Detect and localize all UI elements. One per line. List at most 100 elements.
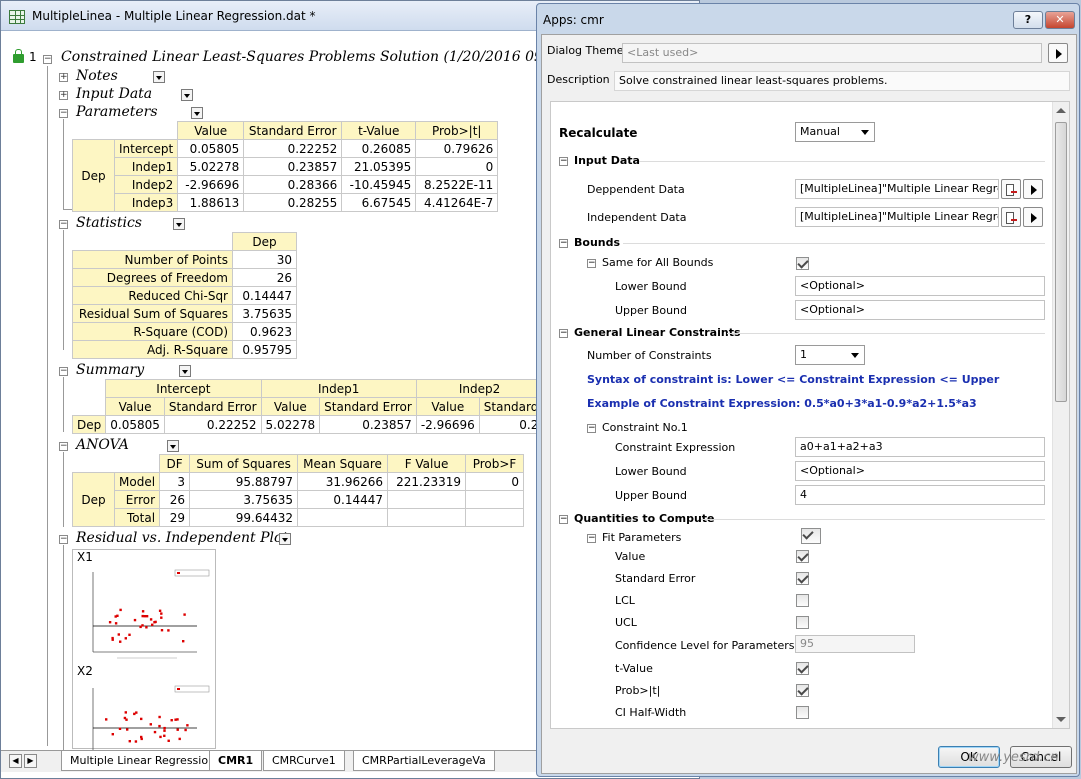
expand-notes-icon[interactable]: + (59, 73, 68, 82)
collapse-statistics-icon[interactable]: − (59, 220, 68, 229)
close-button[interactable]: ✕ (1045, 11, 1075, 29)
table-cell[interactable]: 0.28255 (243, 193, 343, 212)
dependent-select-range-button[interactable] (1001, 179, 1021, 199)
residual-plot-x1[interactable] (77, 564, 211, 664)
apps-dialog[interactable]: Apps: cmr ? ✕ Dialog Theme <Last used> D… (536, 3, 1080, 777)
settings-panel[interactable]: Recalculate Manual − Input Data Deppende… (550, 101, 1070, 729)
independent-menu-button[interactable] (1023, 207, 1043, 227)
bounds-upper-field[interactable]: <Optional> (795, 300, 1045, 320)
table-cell[interactable]: 0.05805 (177, 139, 245, 158)
table-cell[interactable]: 221.23319 (387, 472, 467, 491)
tab-multiple-linear-regression[interactable]: Multiple Linear Regression (61, 751, 225, 771)
table-cell[interactable]: 3 (159, 472, 191, 491)
table-cell[interactable]: 3.75635 (189, 490, 299, 509)
table-cell[interactable]: 0.26085 (341, 139, 417, 158)
table-cell[interactable]: -2.96696 (177, 175, 245, 194)
table-cell[interactable]: 26 (232, 268, 297, 287)
table-cell[interactable] (387, 490, 467, 509)
recalculate-select[interactable]: Manual (795, 122, 875, 142)
tab-cmrpartialleverage[interactable]: CMRPartialLeverageVa (353, 751, 495, 771)
collapse-parameters-icon[interactable]: − (59, 109, 68, 118)
dependent-menu-button[interactable] (1023, 179, 1043, 199)
collapse-report-icon[interactable]: − (43, 55, 52, 64)
dialog-theme-field[interactable]: <Last used> (622, 43, 1042, 63)
independent-select-range-button[interactable] (1001, 207, 1021, 227)
table-cell[interactable]: 95.88797 (189, 472, 299, 491)
anova-dropdown[interactable] (167, 440, 179, 452)
fit-parameters-checkbox[interactable] (801, 528, 821, 544)
collapse-input-data-icon[interactable]: − (559, 157, 568, 166)
dependent-data-field[interactable]: [MultipleLinea]"Multiple Linear Regressi… (795, 179, 999, 199)
ucl-checkbox[interactable] (796, 616, 809, 629)
scroll-up-icon[interactable] (1056, 108, 1066, 113)
table-cell[interactable]: 0.22252 (163, 415, 262, 434)
panel-scrollbar[interactable] (1052, 102, 1069, 728)
table-cell[interactable]: 0.14447 (297, 490, 389, 509)
prob-t-checkbox[interactable] (796, 684, 809, 697)
collapse-summary-icon[interactable]: − (59, 367, 68, 376)
expand-input-data-icon[interactable]: + (59, 91, 68, 100)
t-value-checkbox[interactable] (796, 662, 809, 675)
table-cell[interactable]: 31.96266 (297, 472, 389, 491)
table-cell[interactable]: 6.67545 (341, 193, 417, 212)
collapse-constraint-1-icon[interactable]: − (587, 424, 596, 433)
table-cell[interactable]: 0.05805 (105, 415, 165, 434)
standard-error-checkbox[interactable] (796, 572, 809, 585)
collapse-residual-plot-icon[interactable]: − (59, 535, 68, 544)
residual-plot-dropdown[interactable] (279, 533, 291, 545)
value-checkbox[interactable] (796, 550, 809, 563)
table-cell[interactable]: 0 (465, 472, 525, 491)
scroll-thumb[interactable] (1055, 122, 1067, 402)
summary-dropdown[interactable] (179, 365, 191, 377)
table-cell[interactable]: 0.2 (478, 415, 541, 434)
collapse-anova-icon[interactable]: − (59, 442, 68, 451)
bounds-lower-field[interactable]: <Optional> (795, 276, 1045, 296)
independent-data-field[interactable]: [MultipleLinea]"Multiple Linear Regressi… (795, 207, 999, 227)
constraint-upper-field[interactable]: 4 (795, 485, 1045, 505)
table-cell[interactable]: 0.23857 (319, 415, 417, 434)
lcl-checkbox[interactable] (796, 594, 809, 607)
collapse-fit-parameters-icon[interactable]: − (587, 534, 596, 543)
collapse-bounds-icon[interactable]: − (559, 239, 568, 248)
constraint-lower-field[interactable]: <Optional> (795, 461, 1045, 481)
collapse-quantities-icon[interactable]: − (559, 515, 568, 524)
table-cell[interactable]: 1.88613 (177, 193, 245, 212)
table-cell[interactable]: 4.41264E-7 (415, 193, 499, 212)
table-cell[interactable]: 0.9623 (232, 322, 297, 341)
collapse-constraints-icon[interactable]: − (559, 329, 568, 338)
table-cell[interactable]: 0.14447 (232, 286, 297, 305)
table-cell[interactable]: 5.02278 (260, 415, 321, 434)
table-cell[interactable]: -2.96696 (415, 415, 480, 434)
constraint-expression-field[interactable]: a0+a1+a2+a3 (795, 437, 1045, 457)
help-button[interactable]: ? (1013, 11, 1043, 29)
statistics-dropdown[interactable] (173, 218, 185, 230)
ci-half-width-checkbox[interactable] (796, 706, 809, 719)
table-cell[interactable] (297, 508, 389, 527)
scroll-down-icon[interactable] (1056, 717, 1066, 722)
table-cell[interactable]: 5.02278 (177, 157, 245, 176)
table-cell[interactable]: 0.22252 (243, 139, 343, 158)
table-cell[interactable]: 0.23857 (243, 157, 343, 176)
table-cell[interactable]: 26 (159, 490, 191, 509)
table-cell[interactable]: 30 (232, 250, 297, 269)
number-constraints-select[interactable]: 1 (795, 345, 865, 365)
table-cell[interactable]: 0 (415, 157, 499, 176)
table-cell[interactable] (465, 490, 525, 509)
first-tab-icon[interactable]: ◀ (9, 754, 22, 768)
table-cell[interactable]: 0.95795 (232, 340, 297, 359)
theme-menu-button[interactable] (1048, 43, 1068, 63)
same-bounds-checkbox[interactable] (796, 257, 809, 270)
table-cell[interactable] (387, 508, 467, 527)
table-cell[interactable]: 29 (159, 508, 191, 527)
table-cell[interactable]: 8.2522E-11 (415, 175, 499, 194)
parameters-dropdown[interactable] (191, 107, 203, 119)
report-sheet[interactable]: 1 − Constrained Linear Least-Squares Pro… (1, 32, 541, 750)
table-cell[interactable]: 0.28366 (243, 175, 343, 194)
residual-plot-x2[interactable] (77, 680, 211, 750)
table-cell[interactable]: 3.75635 (232, 304, 297, 323)
table-cell[interactable]: 99.64432 (189, 508, 299, 527)
prev-tab-icon[interactable]: ▶ (24, 754, 37, 768)
tab-cmr1[interactable]: CMR1 (209, 751, 263, 771)
table-cell[interactable]: -10.45945 (341, 175, 417, 194)
table-cell[interactable]: 21.05395 (341, 157, 417, 176)
